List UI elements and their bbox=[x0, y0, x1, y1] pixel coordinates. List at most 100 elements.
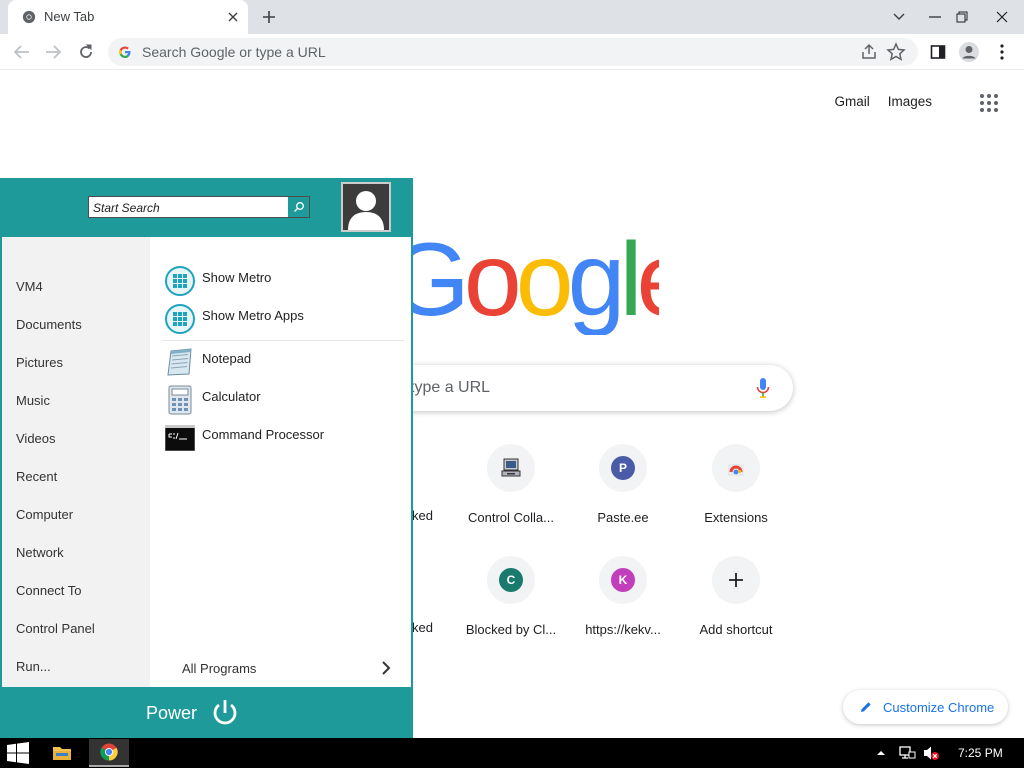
start-search-button[interactable] bbox=[287, 197, 309, 217]
shortcut-label: Blocked by Cl... bbox=[465, 622, 557, 637]
shortcut-tile bbox=[487, 444, 535, 492]
power-button[interactable]: Power bbox=[146, 698, 239, 728]
cmd-icon bbox=[164, 422, 196, 454]
volume-muted-icon[interactable] bbox=[922, 745, 940, 761]
search-icon bbox=[293, 202, 304, 213]
power-icon bbox=[213, 700, 237, 725]
shortcut-tile bbox=[712, 556, 760, 604]
shortcut-kekv[interactable]: K https://kekv... bbox=[567, 556, 679, 637]
images-link[interactable]: Images bbox=[888, 94, 932, 109]
place-run[interactable]: Run... bbox=[16, 659, 51, 674]
notepad-icon bbox=[164, 346, 196, 378]
google-logo-text: Google bbox=[389, 225, 659, 335]
all-programs-button[interactable]: All Programs bbox=[182, 661, 256, 676]
start-places-column: VM4 Documents Pictures Music Videos Rece… bbox=[2, 237, 150, 687]
calculator-icon bbox=[164, 384, 196, 416]
browser-toolbar: Search Google or type a URL bbox=[0, 34, 1024, 70]
start-menu-body: VM4 Documents Pictures Music Videos Rece… bbox=[2, 237, 411, 687]
place-documents[interactable]: Documents bbox=[16, 317, 82, 332]
new-tab-button[interactable] bbox=[258, 6, 280, 28]
forward-icon[interactable] bbox=[41, 40, 65, 64]
back-icon[interactable] bbox=[10, 40, 34, 64]
taskbar: 7:25 PM bbox=[0, 738, 1024, 768]
add-shortcut-button[interactable]: Add shortcut bbox=[680, 556, 792, 637]
letter-avatar: C bbox=[499, 568, 523, 592]
programs-divider bbox=[162, 340, 404, 341]
google-logo-letter: g bbox=[567, 225, 626, 335]
program-command-processor[interactable]: Command Processor bbox=[164, 422, 324, 454]
omnibox[interactable]: Search Google or type a URL bbox=[108, 38, 918, 66]
microphone-icon[interactable] bbox=[756, 377, 770, 399]
tab-close-icon[interactable] bbox=[224, 8, 242, 26]
program-notepad[interactable]: Notepad bbox=[164, 346, 251, 378]
place-recent[interactable]: Recent bbox=[16, 469, 57, 484]
place-computer[interactable]: Computer bbox=[16, 507, 73, 522]
pencil-icon bbox=[861, 702, 871, 712]
program-show-metro-apps[interactable]: Show Metro Apps bbox=[164, 303, 304, 335]
file-explorer-icon[interactable] bbox=[52, 744, 72, 762]
shortcut-label: Add shortcut bbox=[699, 622, 773, 637]
place-pictures[interactable]: Pictures bbox=[16, 355, 63, 370]
google-logo-letter: l bbox=[619, 225, 642, 335]
user-avatar[interactable] bbox=[341, 182, 391, 232]
place-connect-to[interactable]: Connect To bbox=[16, 583, 82, 598]
tray-overflow-icon[interactable] bbox=[876, 745, 886, 761]
program-label: Notepad bbox=[202, 350, 252, 366]
restore-icon[interactable] bbox=[945, 0, 979, 34]
letter-avatar: P bbox=[611, 456, 635, 480]
close-window-icon[interactable] bbox=[985, 0, 1019, 34]
customize-chrome-button[interactable]: Customize Chrome bbox=[843, 690, 1008, 724]
shortcut-tile: K bbox=[599, 556, 647, 604]
gmail-link[interactable]: Gmail bbox=[834, 94, 869, 109]
plus-icon bbox=[729, 573, 743, 587]
shortcut-extensions[interactable]: Extensions bbox=[680, 444, 792, 525]
start-menu: Start Search VM4 Documents Pictures Musi… bbox=[0, 178, 413, 738]
google-apps-icon[interactable] bbox=[980, 94, 998, 112]
shortcut-tile: C bbox=[487, 556, 535, 604]
program-show-metro[interactable]: Show Metro bbox=[164, 265, 271, 297]
shortcut-tile bbox=[712, 444, 760, 492]
bookmark-star-icon[interactable] bbox=[886, 42, 906, 62]
computer-icon bbox=[501, 458, 521, 477]
windows-start-icon[interactable] bbox=[6, 742, 30, 764]
chrome-favicon-icon bbox=[22, 10, 36, 24]
metro-icon bbox=[164, 265, 196, 297]
chrome-icon bbox=[100, 743, 118, 761]
ntp-top-links: Gmail Images bbox=[834, 94, 980, 109]
start-search-placeholder: Start Search bbox=[93, 201, 160, 215]
shortcut-label: Paste.ee bbox=[597, 510, 649, 525]
program-label: Calculator bbox=[202, 388, 261, 404]
shortcut-control-collab[interactable]: Control Colla... bbox=[455, 444, 567, 525]
place-vm4[interactable]: VM4 bbox=[16, 279, 43, 294]
google-logo-letter: o bbox=[515, 225, 574, 335]
tab-new-tab[interactable]: New Tab bbox=[8, 0, 248, 34]
side-panel-icon[interactable] bbox=[926, 40, 950, 64]
shortcut-paste-ee[interactable]: P Paste.ee bbox=[567, 444, 679, 525]
place-network[interactable]: Network bbox=[16, 545, 64, 560]
shortcut-partial-label[interactable]: ked bbox=[412, 508, 433, 523]
tab-search-chevron-icon[interactable] bbox=[882, 0, 916, 34]
chevron-right-icon[interactable] bbox=[380, 660, 392, 676]
share-icon[interactable] bbox=[860, 43, 878, 61]
place-music[interactable]: Music bbox=[16, 393, 50, 408]
metro-icon bbox=[164, 303, 196, 335]
customize-chrome-label: Customize Chrome bbox=[883, 699, 995, 715]
place-videos[interactable]: Videos bbox=[16, 431, 56, 446]
start-search-input[interactable]: Start Search bbox=[88, 196, 310, 218]
program-calculator[interactable]: Calculator bbox=[164, 384, 261, 416]
shortcut-partial-label[interactable]: ked bbox=[412, 620, 433, 635]
taskbar-clock[interactable]: 7:25 PM bbox=[958, 746, 1003, 760]
taskbar-chrome-button[interactable] bbox=[89, 739, 129, 767]
ntp-search-box[interactable]: type a URL bbox=[380, 365, 793, 411]
network-icon[interactable] bbox=[898, 745, 916, 761]
shortcut-blocked[interactable]: C Blocked by Cl... bbox=[455, 556, 567, 637]
place-control-panel[interactable]: Control Panel bbox=[16, 621, 95, 636]
ntp-search-placeholder: type a URL bbox=[410, 379, 491, 396]
reload-icon[interactable] bbox=[74, 40, 98, 64]
shortcut-tile: P bbox=[599, 444, 647, 492]
google-logo: Google bbox=[389, 225, 659, 335]
user-silhouette-icon bbox=[343, 184, 389, 230]
profile-icon[interactable] bbox=[957, 40, 981, 64]
letter-avatar: K bbox=[611, 568, 635, 592]
menu-kebab-icon[interactable] bbox=[990, 40, 1014, 64]
